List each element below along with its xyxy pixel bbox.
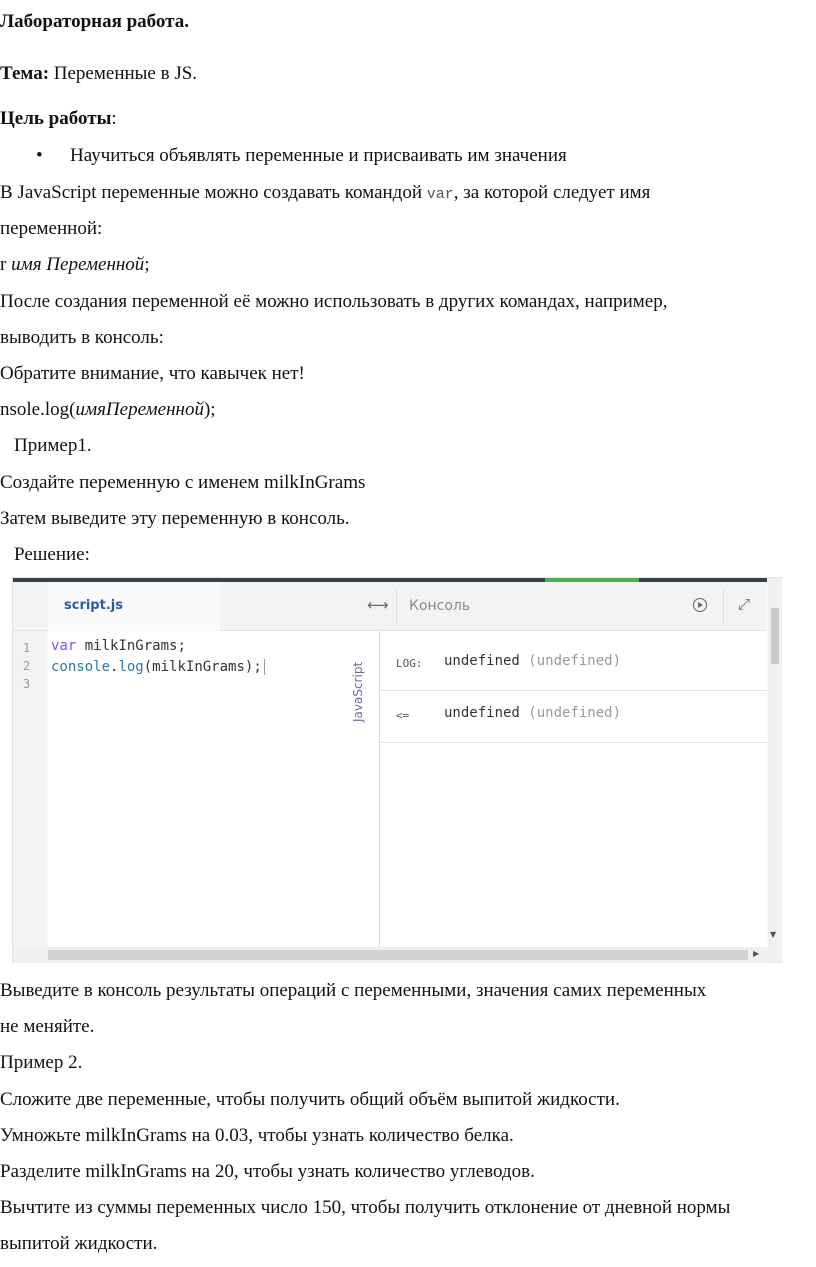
code-function: log bbox=[118, 659, 144, 675]
console-syntax-name: имяПеременной bbox=[75, 399, 204, 420]
topic-line: Тема: Переменные в JS. bbox=[0, 62, 197, 86]
code-input-area[interactable] bbox=[48, 631, 378, 947]
bullet-dot-icon: • bbox=[36, 145, 43, 166]
example1-heading: Пример1. bbox=[14, 435, 92, 456]
text-cursor bbox=[263, 659, 265, 675]
var-keyword: var bbox=[426, 186, 454, 203]
paragraph-var: В JavaScript переменные можно создавать … bbox=[0, 181, 650, 207]
paragraph-var-after: , за которой следует имя bbox=[453, 182, 651, 203]
bullet-text: Научиться объявлять переменные и присваи… bbox=[70, 145, 567, 166]
console-value: undefined bbox=[444, 653, 520, 669]
topic-label: Тема: bbox=[0, 63, 50, 84]
paragraph-usage-cont: выводить в консоль: bbox=[0, 327, 164, 348]
step-4-cont: выпитой жидкости. bbox=[0, 1233, 158, 1254]
document-title: Лабораторная работа. bbox=[0, 11, 189, 32]
code-keyword: var bbox=[51, 638, 77, 654]
console-syntax-prefix: nsole.log( bbox=[0, 399, 76, 420]
icon-divider bbox=[723, 590, 724, 624]
goal-suffix: : bbox=[111, 108, 117, 129]
paragraph-var-before: В JavaScript переменные можно создавать … bbox=[0, 182, 427, 203]
syntax-suffix: ; bbox=[144, 254, 150, 275]
paragraph-var-cont: переменной: bbox=[0, 218, 103, 239]
run-icon[interactable] bbox=[693, 598, 707, 612]
task1-line: Создайте переменную с именем milkInGrams bbox=[0, 472, 366, 493]
expand-icon[interactable]: ⤢ bbox=[738, 595, 750, 613]
solution-heading: Решение: bbox=[14, 544, 90, 565]
console-row: <= undefined (undefined) bbox=[380, 691, 767, 743]
goal-label: Цель работы bbox=[0, 108, 112, 129]
editor-tab-row: script.js ⟷ Консоль ⤢ bbox=[13, 582, 767, 631]
console-row: LOG: undefined (undefined) bbox=[380, 639, 767, 691]
scroll-down-icon[interactable]: ▼ bbox=[770, 930, 776, 939]
line-number: 3 bbox=[23, 677, 31, 691]
console-syntax-line: nsole.log(имяПеременной); bbox=[0, 398, 216, 422]
instruction-line: Выведите в консоль результаты операций с… bbox=[0, 980, 707, 1001]
code-object: console bbox=[51, 659, 111, 675]
code-text: milkInGrams; bbox=[76, 638, 186, 654]
step-4: Вычтите из суммы переменных число 150, ч… bbox=[0, 1197, 731, 1218]
language-label: JavaScript bbox=[351, 661, 365, 722]
example2-heading: Пример 2. bbox=[0, 1052, 83, 1073]
step-1: Сложите две переменные, чтобы получить о… bbox=[0, 1089, 620, 1110]
syntax-name: имя Переменной bbox=[11, 254, 145, 275]
vertical-scroll-thumb[interactable] bbox=[771, 608, 779, 664]
paragraph-usage: После создания переменной её можно испол… bbox=[0, 291, 668, 312]
horizontal-scroll-thumb[interactable] bbox=[48, 950, 748, 960]
step-2: Умножьте milkInGrams на 0.03, чтобы узна… bbox=[0, 1125, 514, 1146]
tab-divider bbox=[396, 590, 397, 624]
note-line: Обратите внимание, что кавычек нет! bbox=[0, 363, 305, 384]
tab-console[interactable]: Консоль bbox=[409, 582, 470, 630]
step-3: Разделите milkInGrams на 20, чтобы узнат… bbox=[0, 1161, 535, 1182]
line-number-gutter: 1 2 3 bbox=[13, 631, 47, 947]
console-syntax-suffix: ); bbox=[203, 399, 216, 420]
scroll-right-icon[interactable]: ▶ bbox=[753, 949, 759, 958]
code-line-1[interactable]: var milkInGrams; bbox=[51, 638, 186, 654]
instruction-line-cont: не меняйте. bbox=[0, 1016, 95, 1037]
code-editor: script.js ⟷ Консоль ⤢ 1 2 3 var milkInGr… bbox=[12, 577, 782, 963]
console-row-value: undefined (undefined) bbox=[444, 653, 621, 669]
task2-line: Затем выведите эту переменную в консоль. bbox=[0, 508, 350, 529]
tab-script-js[interactable]: script.js bbox=[48, 582, 220, 631]
console-type: (undefined) bbox=[528, 705, 622, 721]
code-text: (milkInGrams); bbox=[143, 659, 262, 675]
code-line-2[interactable]: console.log(milkInGrams); bbox=[51, 659, 265, 675]
console-type: (undefined) bbox=[528, 653, 622, 669]
goal-line: Цель работы: bbox=[0, 107, 117, 131]
console-pane: LOG: undefined (undefined) <= undefined … bbox=[380, 631, 767, 947]
topic-value: Переменные в JS. bbox=[49, 63, 198, 84]
console-row-value: undefined (undefined) bbox=[444, 705, 621, 721]
syntax-prefix: r bbox=[0, 254, 12, 275]
syntax-line: r имя Переменной; bbox=[0, 253, 150, 277]
horizontal-scrollbar[interactable]: ▶ bbox=[13, 947, 768, 963]
console-row-label: <= bbox=[396, 709, 410, 722]
resize-arrows-icon[interactable]: ⟷ bbox=[367, 596, 389, 614]
console-row-label: LOG: bbox=[396, 657, 423, 670]
line-number: 2 bbox=[23, 659, 31, 673]
line-number: 1 bbox=[23, 641, 31, 655]
console-value: undefined bbox=[444, 705, 520, 721]
vertical-scrollbar[interactable]: ▼ bbox=[768, 578, 782, 962]
